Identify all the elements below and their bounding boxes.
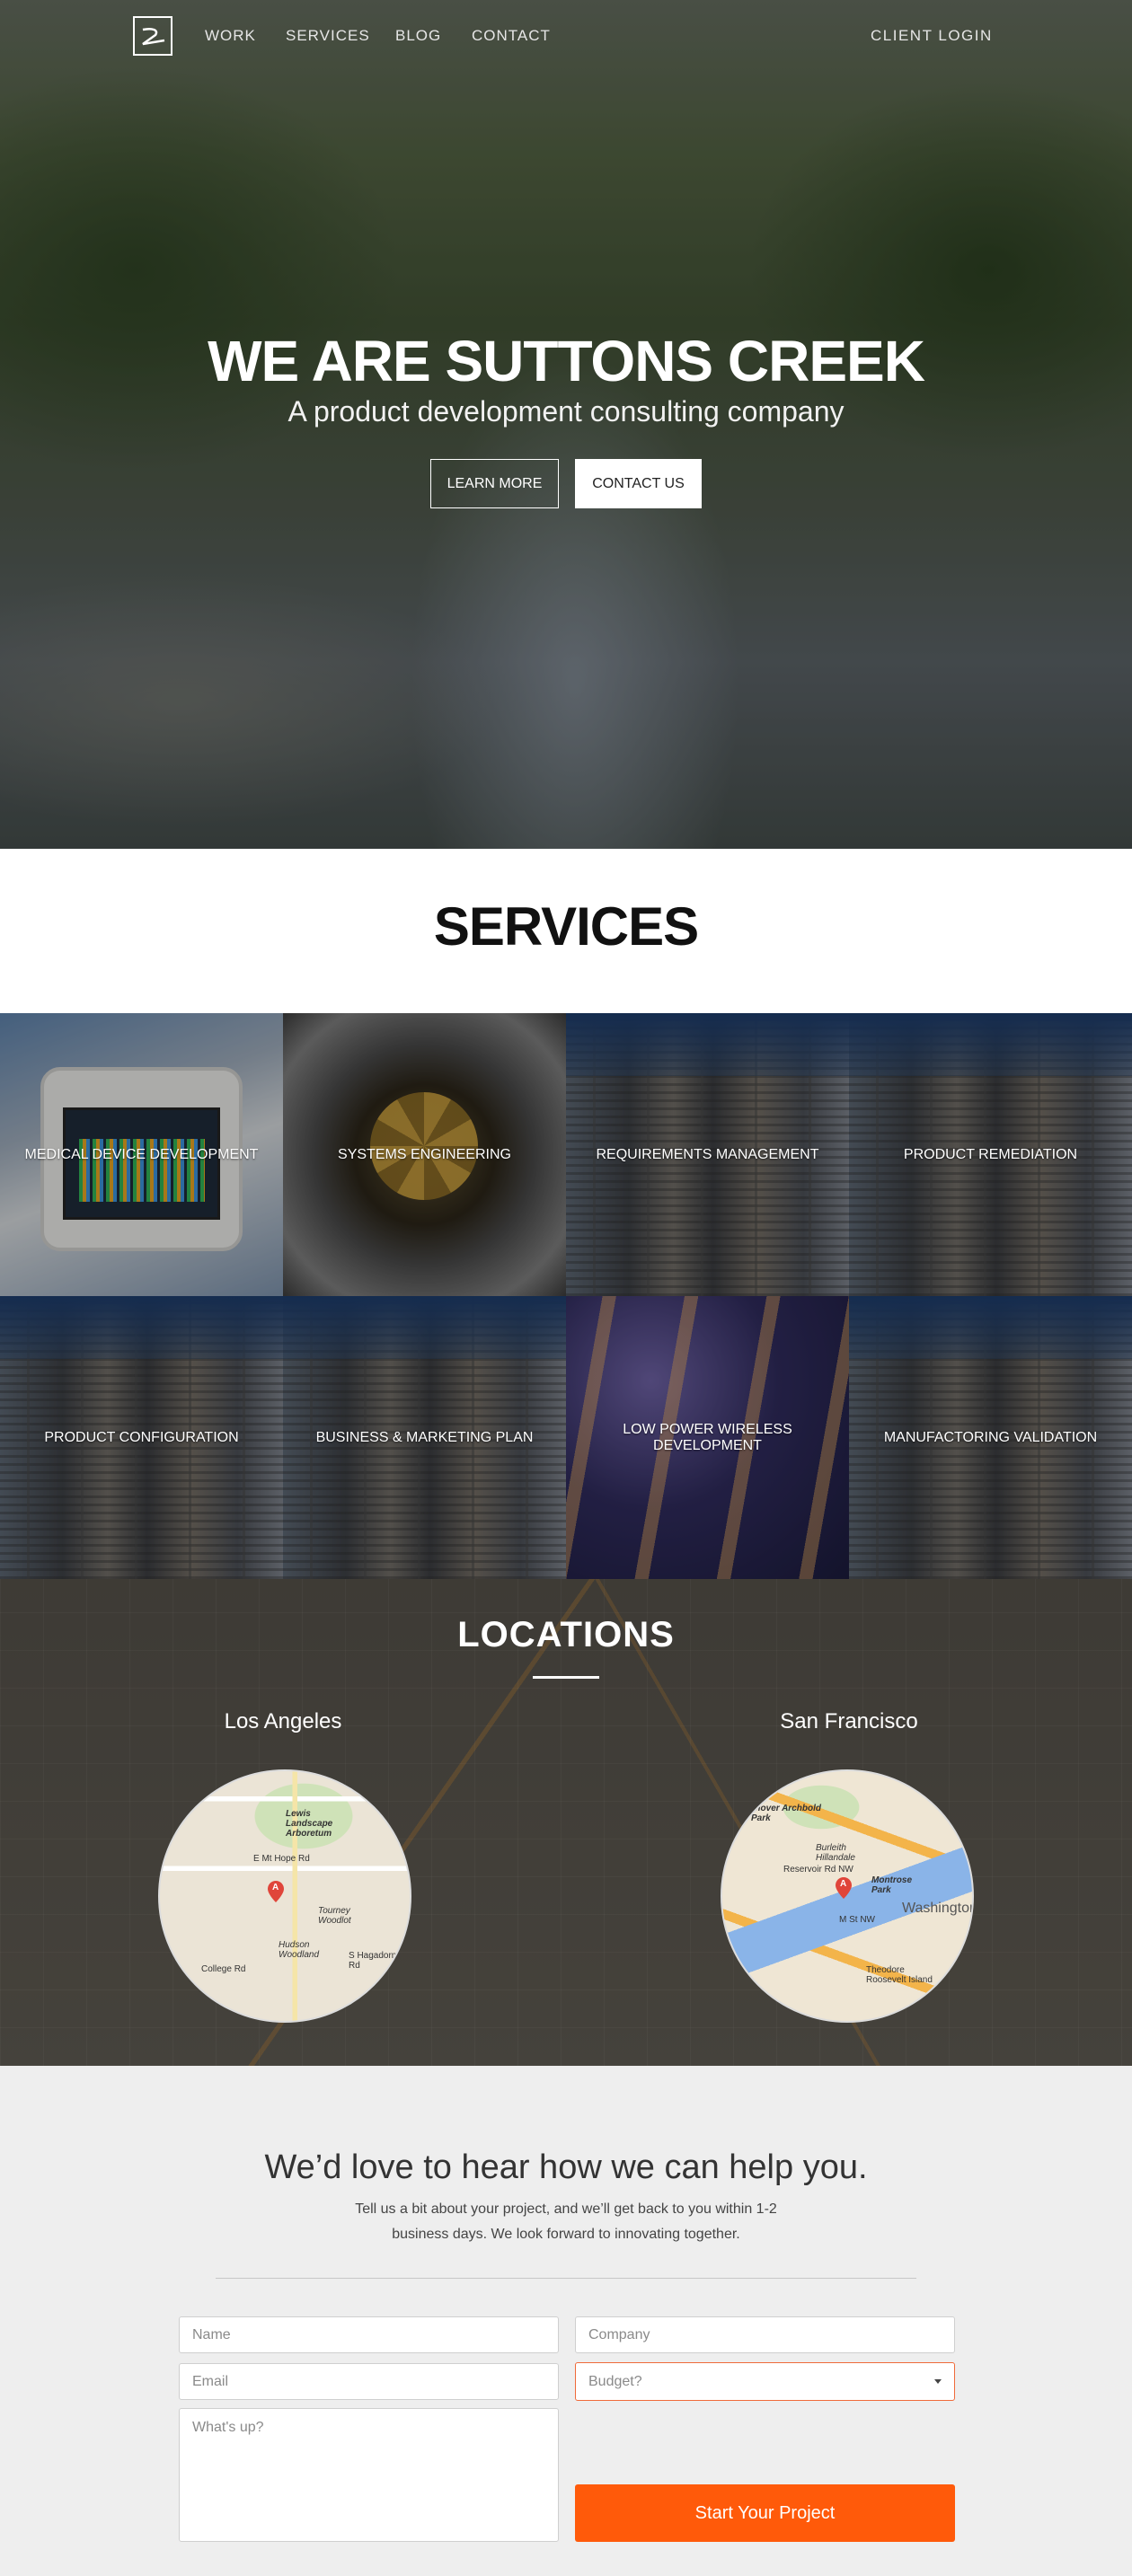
service-tile-business-marketing-plan[interactable]: BUSINESS & MARKETING PLAN <box>283 1296 566 1579</box>
service-tile-systems-engineering[interactable]: SYSTEMS ENGINEERING <box>283 1013 566 1296</box>
hero-section: WORK SERVICES BLOG CONTACT CLIENT LOGIN … <box>0 0 1132 849</box>
hero-subtitle: A product development consulting company <box>287 395 845 428</box>
contact-divider <box>216 2278 916 2279</box>
nav-blog[interactable]: BLOG <box>395 27 441 45</box>
service-label: MEDICAL DEVICE DEVELOPMENT <box>24 1146 259 1162</box>
map-label: M St NW <box>839 1915 875 1925</box>
contact-title: We’d love to hear how we can help you. <box>264 2148 868 2186</box>
map-label: Washington <box>902 1901 974 1916</box>
email-field[interactable] <box>179 2363 559 2400</box>
map-label: Lewis Landscape Arboretum <box>286 1809 333 1839</box>
contact-section: We’d love to hear how we can help you. T… <box>0 2066 1132 2576</box>
map-pin-label: A <box>840 1879 847 1889</box>
locations-title: LOCATIONS <box>457 1615 675 1654</box>
hero-title: WE ARE SUTTONS CREEK <box>208 329 925 393</box>
service-tile-product-configuration[interactable]: PRODUCT CONFIGURATION <box>0 1296 283 1579</box>
city-los-angeles: Los Angeles <box>224 1709 342 1734</box>
site-logo[interactable] <box>133 16 172 56</box>
message-field[interactable] <box>179 2408 559 2542</box>
map-label: Glover Archbold Park <box>751 1804 821 1823</box>
learn-more-button[interactable]: LEARN MORE <box>430 459 559 508</box>
top-navigation: WORK SERVICES BLOG CONTACT CLIENT LOGIN <box>0 16 1132 56</box>
contact-description: Tell us a bit about your project, and we… <box>355 2201 777 2242</box>
budget-select-value: Budget? <box>588 2373 642 2389</box>
nav-work[interactable]: WORK <box>205 27 256 45</box>
service-label: PRODUCT REMEDIATION <box>903 1146 1078 1162</box>
city-san-francisco: San Francisco <box>780 1709 918 1734</box>
service-label: PRODUCT CONFIGURATION <box>44 1429 239 1445</box>
service-tile-requirements-management[interactable]: REQUIREMENTS MANAGEMENT <box>566 1013 849 1296</box>
map-label: Tourney Woodlot <box>318 1906 351 1926</box>
nav-client-login[interactable]: CLIENT LOGIN <box>871 27 993 45</box>
nav-contact[interactable]: CONTACT <box>472 27 551 45</box>
name-field[interactable] <box>179 2316 559 2353</box>
service-tile-manufactoring-validation[interactable]: MANUFACTORING VALIDATION <box>849 1296 1132 1579</box>
map-label: Hudson Woodland <box>279 1940 320 1960</box>
services-header: SERVICES <box>0 849 1132 1013</box>
services-title: SERVICES <box>433 896 699 957</box>
map-label: Montrose Park <box>871 1875 912 1895</box>
service-label: BUSINESS & MARKETING PLAN <box>315 1429 534 1445</box>
service-label: MANUFACTORING VALIDATION <box>883 1429 1098 1445</box>
nav-services[interactable]: SERVICES <box>286 27 370 45</box>
map-pin-label: A <box>272 1883 279 1892</box>
map-label: Burleith Hillandale <box>816 1843 855 1863</box>
company-field[interactable] <box>575 2316 955 2353</box>
service-label: SYSTEMS ENGINEERING <box>338 1146 511 1162</box>
service-tile-low-power-wireless-development[interactable]: LOW POWER WIRELESS DEVELOPMENT <box>566 1296 849 1579</box>
map-label: College Rd <box>201 1964 246 1974</box>
service-tile-product-remediation[interactable]: PRODUCT REMEDIATION <box>849 1013 1132 1296</box>
start-project-button[interactable]: Start Your Project <box>575 2484 955 2542</box>
map-label: Theodore Roosevelt Island <box>866 1965 933 1985</box>
service-label: LOW POWER WIRELESS DEVELOPMENT <box>623 1421 792 1453</box>
san-francisco-map[interactable]: Glover Archbold Park Burleith Hillandale… <box>721 1769 974 2023</box>
map-label: S Hagadorn Rd <box>349 1951 397 1971</box>
locations-section: LOCATIONS Los Angeles San Francisco Lewi… <box>0 1579 1132 2066</box>
service-tile-medical-device-development[interactable]: MEDICAL DEVICE DEVELOPMENT <box>0 1013 283 1296</box>
service-label: REQUIREMENTS MANAGEMENT <box>596 1146 819 1162</box>
chevron-down-icon <box>934 2379 942 2384</box>
los-angeles-map[interactable]: Lewis Landscape Arboretum E Mt Hope Rd T… <box>158 1769 411 2023</box>
contact-us-button[interactable]: CONTACT US <box>575 459 702 508</box>
budget-select[interactable]: Budget? <box>575 2362 955 2401</box>
map-label: Reservoir Rd NW <box>783 1865 853 1875</box>
locations-divider <box>533 1676 599 1679</box>
map-label: E Mt Hope Rd <box>253 1854 310 1864</box>
logo-mark-icon <box>142 28 165 46</box>
